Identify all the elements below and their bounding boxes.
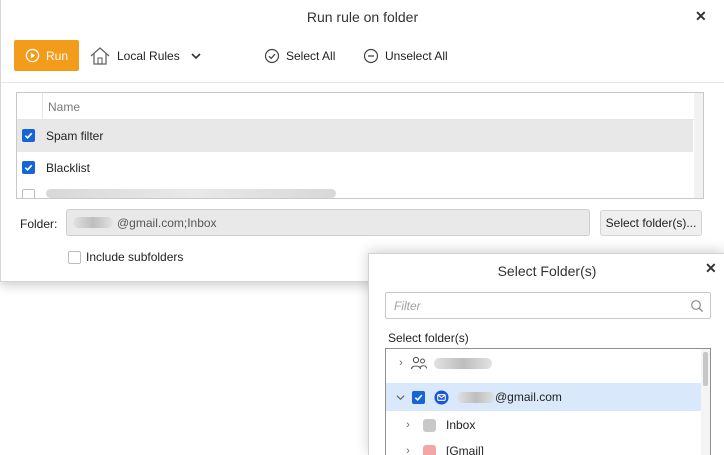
mail-account-icon bbox=[434, 390, 449, 405]
rule-row-partial[interactable] bbox=[17, 184, 703, 199]
select-folders-label: Select folder(s) bbox=[388, 331, 469, 345]
dialog-title: Run rule on folder bbox=[1, 9, 724, 25]
account-email: @gmail.com bbox=[495, 390, 562, 404]
chevron-down-icon bbox=[190, 51, 202, 61]
chevron-right-icon[interactable]: › bbox=[402, 419, 414, 431]
folder-label: [Gmail] bbox=[446, 444, 484, 455]
filter-field[interactable] bbox=[385, 292, 711, 319]
folder-label: Folder: bbox=[20, 217, 57, 231]
tree-row-shared[interactable]: › bbox=[386, 349, 701, 377]
unselect-all-label: Unselect All bbox=[385, 49, 448, 63]
folder-color-icon bbox=[423, 445, 436, 455]
home-icon bbox=[89, 46, 111, 66]
search-icon bbox=[690, 299, 704, 313]
run-label: Run bbox=[46, 49, 68, 63]
rule-label: Spam filter bbox=[46, 129, 103, 143]
select-folders-dialog: Select Folder(s) ✕ Select folder(s) › bbox=[368, 253, 724, 455]
run-rule-dialog: Run rule on folder ✕ Run Local Rules bbox=[0, 0, 724, 282]
folder-field: @gmail.com;Inbox bbox=[66, 209, 590, 236]
list-header: Name bbox=[17, 93, 703, 120]
folder-value: @gmail.com;Inbox bbox=[117, 216, 217, 230]
redacted-email bbox=[457, 392, 495, 403]
tree-scrollbar[interactable] bbox=[701, 349, 710, 455]
play-icon bbox=[25, 48, 40, 63]
close-icon[interactable]: ✕ bbox=[695, 8, 707, 25]
include-subfolders-option[interactable]: Include subfolders bbox=[68, 250, 183, 264]
chevron-down-icon[interactable] bbox=[395, 393, 406, 402]
rule-checkbox[interactable] bbox=[22, 129, 35, 142]
select-folders-button[interactable]: Select folder(s)... bbox=[600, 210, 702, 236]
rule-label: Blacklist bbox=[46, 161, 90, 175]
toolbar: Run Local Rules Select All bbox=[14, 40, 724, 72]
checkmark-icon bbox=[24, 131, 33, 140]
column-divider bbox=[42, 93, 43, 119]
toolbar-divider bbox=[1, 82, 724, 83]
users-icon bbox=[410, 355, 428, 371]
list-scrollbar[interactable] bbox=[694, 93, 703, 198]
checkmark-icon bbox=[24, 163, 33, 172]
local-rules-dropdown[interactable]: Local Rules bbox=[89, 40, 202, 71]
unselect-all-button[interactable]: Unselect All bbox=[363, 40, 448, 71]
account-checkbox[interactable] bbox=[412, 391, 425, 404]
redacted-account-name bbox=[434, 358, 492, 369]
select-dialog-title: Select Folder(s) bbox=[369, 263, 724, 279]
chevron-right-icon[interactable]: › bbox=[395, 357, 407, 369]
redacted-email bbox=[73, 217, 113, 228]
check-circle-icon bbox=[264, 48, 280, 64]
rules-list[interactable]: Name Spam filter Blacklist bbox=[16, 92, 704, 199]
rule-checkbox[interactable] bbox=[22, 189, 35, 199]
tree-row-account[interactable]: @gmail.com bbox=[386, 383, 701, 411]
rule-row-spam-filter[interactable]: Spam filter bbox=[17, 120, 693, 152]
tree-row-inbox[interactable]: › Inbox bbox=[386, 411, 701, 439]
close-icon[interactable]: ✕ bbox=[705, 260, 717, 277]
folder-color-icon bbox=[423, 419, 436, 432]
folder-tree[interactable]: › @gmail.com › bbox=[385, 348, 711, 455]
include-subfolders-label: Include subfolders bbox=[86, 250, 183, 264]
run-button[interactable]: Run bbox=[14, 40, 79, 71]
truncated-rule-label bbox=[46, 189, 336, 198]
select-all-label: Select All bbox=[286, 49, 335, 63]
filter-input[interactable] bbox=[392, 298, 690, 314]
local-rules-label: Local Rules bbox=[117, 49, 180, 63]
column-name-header[interactable]: Name bbox=[48, 100, 80, 114]
tree-scrollbar-thumb[interactable] bbox=[703, 352, 708, 386]
include-subfolders-checkbox[interactable] bbox=[68, 251, 81, 264]
tree-row-gmail[interactable]: › [Gmail] bbox=[386, 437, 701, 455]
folder-label: Inbox bbox=[446, 418, 475, 432]
rule-checkbox[interactable] bbox=[22, 161, 35, 174]
select-all-button[interactable]: Select All bbox=[264, 40, 335, 71]
checkmark-icon bbox=[414, 393, 423, 402]
minus-circle-icon bbox=[363, 48, 379, 64]
rule-row-blacklist[interactable]: Blacklist bbox=[17, 152, 703, 184]
